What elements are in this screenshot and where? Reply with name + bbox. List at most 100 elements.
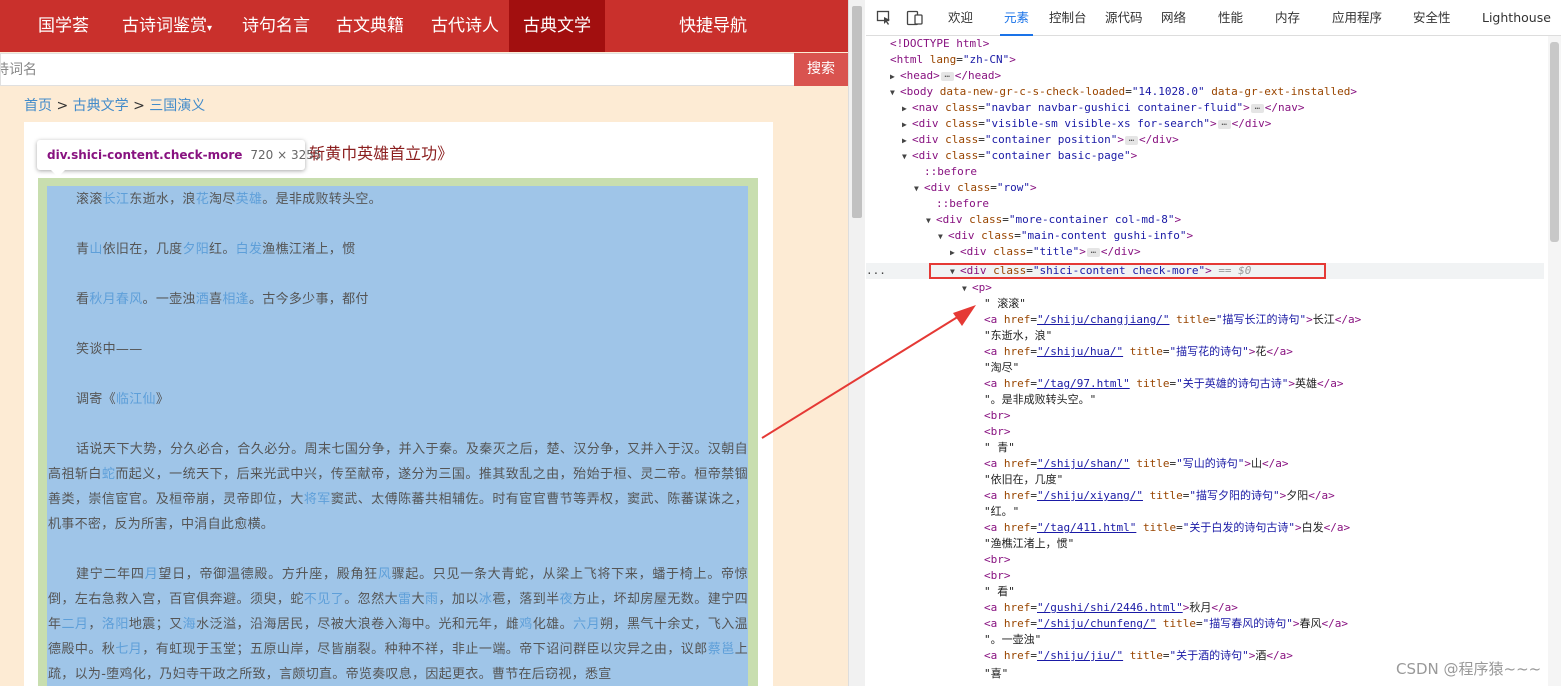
keyword-link[interactable]: 春风 — [116, 292, 143, 307]
expand-arrow-icon[interactable]: ▶ — [950, 245, 960, 261]
tab-lighthouse[interactable]: Lighthouse — [1482, 0, 1551, 36]
dom-node-pseudo[interactable]: ::before — [866, 164, 1544, 180]
nav-quick-navigation[interactable]: 快捷导航 — [679, 0, 747, 52]
keyword-link[interactable]: 夕阳 — [182, 242, 209, 257]
dom-node-a[interactable]: <a href="/shiju/shan/" title="写山的诗句">山</… — [866, 456, 1544, 472]
keyword-link[interactable]: 蛇 — [102, 467, 115, 482]
expand-arrow-icon[interactable]: ▶ — [902, 117, 912, 133]
breadcrumb-section[interactable]: 古典文学 — [73, 98, 129, 114]
nav-item-famous-lines[interactable]: 诗句名言 — [242, 0, 310, 52]
dom-node-br[interactable]: <br> — [866, 408, 1544, 424]
expand-arrow-icon[interactable]: ▶ — [902, 133, 912, 149]
dom-node-a[interactable]: <a href="/tag/411.html" title="关于白发的诗句古诗… — [866, 520, 1544, 536]
dom-node-a[interactable]: <a href="/gushi/shi/2446.html">秋月</a> — [866, 600, 1544, 616]
nav-brand[interactable]: 国学荟 — [38, 0, 89, 52]
dom-text-node[interactable]: "红。" — [866, 504, 1544, 520]
breadcrumb-book[interactable]: 三国演义 — [149, 98, 205, 114]
dom-node-body[interactable]: ▼ <body data-new-gr-c-s-check-loaded="14.… — [866, 84, 1544, 100]
dom-node-div[interactable]: ▼ <div class="main-content gushi-info"> — [866, 228, 1544, 244]
keyword-link[interactable]: 花 — [196, 192, 209, 207]
keyword-link[interactable]: 六月 — [573, 617, 600, 632]
nav-item-ancient-poets[interactable]: 古代诗人 — [431, 0, 499, 52]
dom-text-node[interactable]: " 滚滚" — [866, 296, 1544, 312]
dom-node-a[interactable]: <a href="/shiju/hua/" title="描写花的诗句">花</… — [866, 344, 1544, 360]
search-button[interactable]: 搜索 — [794, 53, 848, 86]
dom-node-html[interactable]: <html lang="zh-CN"> — [866, 52, 1544, 68]
keyword-link[interactable]: 将军 — [304, 492, 331, 507]
inspect-element-icon[interactable] — [876, 10, 892, 30]
dom-text-node[interactable]: "。是非成败转头空。" — [866, 392, 1544, 408]
keyword-link[interactable]: 白发 — [236, 242, 263, 257]
more-actions-icon[interactable]: ... — [866, 263, 886, 279]
keyword-link[interactable]: 临江仙 — [116, 392, 156, 407]
dom-node-br[interactable]: <br> — [866, 424, 1544, 440]
dom-node-div[interactable]: ▼ <div class="more-container col-md-8"> — [866, 212, 1544, 228]
keyword-link[interactable]: 蔡邕 — [708, 642, 735, 657]
dom-text-node[interactable]: "东逝水，浪" — [866, 328, 1544, 344]
webpage-scrollbar[interactable] — [848, 0, 865, 686]
keyword-link[interactable]: 冰 — [479, 592, 492, 607]
dom-node-div[interactable]: ▶ <div class="container position">… </div> — [866, 132, 1544, 148]
keyword-link[interactable]: 雷 — [398, 592, 411, 607]
search-input[interactable] — [0, 53, 794, 86]
expand-arrow-icon[interactable]: ▶ — [890, 69, 900, 85]
dom-node-div[interactable]: ▶ <div class="title">… </div> — [866, 244, 1544, 260]
nav-item-classic-texts[interactable]: 古文典籍 — [336, 0, 404, 52]
scrollbar-thumb[interactable] — [852, 6, 862, 218]
keyword-link[interactable]: 洛阳 — [102, 617, 129, 632]
collapse-arrow-icon[interactable]: ▼ — [962, 281, 972, 297]
dom-node-div[interactable]: ▶ <div class="visible-sm visible-xs for-s… — [866, 116, 1544, 132]
dom-text-node[interactable]: "。一壶浊" — [866, 632, 1544, 648]
breadcrumb-home[interactable]: 首页 — [24, 98, 52, 114]
device-toolbar-icon[interactable] — [906, 10, 924, 30]
keyword-link[interactable]: 酒 — [196, 292, 209, 307]
keyword-link[interactable]: 雨 — [425, 592, 438, 607]
tab-performance[interactable]: 性能 — [1218, 0, 1243, 36]
keyword-link[interactable]: 风 — [378, 567, 392, 582]
collapse-arrow-icon[interactable]: ▼ — [938, 229, 948, 245]
tab-network[interactable]: 网络 — [1161, 0, 1186, 36]
collapse-arrow-icon[interactable]: ▼ — [926, 213, 936, 229]
dom-node-br[interactable]: <br> — [866, 552, 1544, 568]
tab-memory[interactable]: 内存 — [1275, 0, 1300, 36]
keyword-link[interactable]: 相逢 — [222, 292, 249, 307]
dom-node-a[interactable]: <a href="/shiju/changjiang/" title="描写长江… — [866, 312, 1544, 328]
keyword-link[interactable]: 二月 — [61, 617, 88, 632]
dom-node-a[interactable]: <a href="/tag/97.html" title="关于英雄的诗句古诗"… — [866, 376, 1544, 392]
nav-item-poetry-appreciation[interactable]: 古诗词鉴赏▾ — [122, 0, 212, 52]
dom-node-p[interactable]: ▼ <p> — [866, 280, 1544, 296]
scrollbar-thumb[interactable] — [1550, 42, 1559, 242]
tab-application[interactable]: 应用程序 — [1332, 0, 1382, 36]
keyword-link[interactable]: 山 — [89, 242, 102, 257]
devtools-scrollbar[interactable] — [1548, 36, 1561, 686]
dom-text-node[interactable]: "渔樵江渚上，惯" — [866, 536, 1544, 552]
keyword-link[interactable]: 英雄 — [236, 192, 263, 207]
nav-item-classic-literature[interactable]: 古典文学 — [509, 0, 605, 52]
collapse-arrow-icon[interactable]: ▼ — [902, 149, 912, 165]
dom-text-node[interactable]: " 青" — [866, 440, 1544, 456]
dom-node-a[interactable]: <a href="/shiju/chunfeng/" title="描写春风的诗… — [866, 616, 1544, 632]
keyword-link[interactable]: 不见了 — [304, 592, 344, 607]
dom-node-br[interactable]: <br> — [866, 568, 1544, 584]
keyword-link[interactable]: 月 — [145, 567, 159, 582]
tab-console[interactable]: 控制台 — [1049, 0, 1087, 36]
dom-node-div[interactable]: ▼ <div class="container basic-page"> — [866, 148, 1544, 164]
dom-node-head[interactable]: ▶ <head>… </head> — [866, 68, 1544, 84]
keyword-link[interactable]: 鸡 — [519, 617, 532, 632]
tab-welcome[interactable]: 欢迎 — [948, 0, 973, 36]
dom-text-node[interactable]: " 看" — [866, 584, 1544, 600]
keyword-link[interactable]: 长江 — [103, 192, 130, 207]
collapse-arrow-icon[interactable]: ▼ — [914, 181, 924, 197]
keyword-link[interactable]: 夜 — [560, 592, 573, 607]
dom-node-pseudo[interactable]: ::before — [866, 196, 1544, 212]
dom-text-node[interactable]: "淘尽" — [866, 360, 1544, 376]
dom-node-doctype[interactable]: <!DOCTYPE html> — [866, 36, 1544, 52]
dom-node-a[interactable]: <a href="/shiju/xiyang/" title="描写夕阳的诗句"… — [866, 488, 1544, 504]
keyword-link[interactable]: 七月 — [115, 642, 142, 657]
expand-arrow-icon[interactable]: ▶ — [902, 101, 912, 117]
collapse-arrow-icon[interactable]: ▼ — [890, 85, 900, 101]
dom-text-node[interactable]: "依旧在，几度" — [866, 472, 1544, 488]
keyword-link[interactable]: 海 — [183, 617, 196, 632]
tab-sources[interactable]: 源代码 — [1105, 0, 1143, 36]
dom-node-div[interactable]: ▼ <div class="row"> — [866, 180, 1544, 196]
